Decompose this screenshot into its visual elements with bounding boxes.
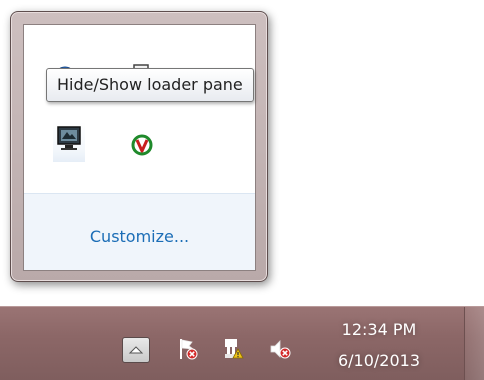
- customize-link[interactable]: Customize...: [24, 227, 255, 246]
- loader-pane-monitor-icon[interactable]: [53, 122, 85, 162]
- show-hidden-icons-button[interactable]: [122, 337, 150, 363]
- clock-date: 6/10/2013: [337, 351, 421, 370]
- taskbar: 12:34 PM 6/10/2013: [0, 306, 484, 380]
- network-warning-icon[interactable]: [222, 337, 246, 361]
- overflow-popup-footer: Customize...: [24, 193, 255, 270]
- notification-overflow-popup: Customize...: [10, 11, 268, 282]
- action-center-flag-error-icon[interactable]: [176, 337, 200, 361]
- chevron-up-icon: [128, 346, 144, 354]
- volume-muted-icon[interactable]: [268, 337, 292, 361]
- clock-time: 12:34 PM: [341, 320, 417, 339]
- overflow-popup-content: Customize...: [23, 24, 256, 271]
- show-desktop-button[interactable]: [464, 307, 484, 380]
- tooltip: Hide/Show loader pane: [46, 68, 254, 102]
- system-clock[interactable]: 12:34 PM 6/10/2013: [322, 315, 436, 375]
- overflow-icon-area: [24, 25, 255, 193]
- green-v-check-icon[interactable]: [130, 133, 154, 157]
